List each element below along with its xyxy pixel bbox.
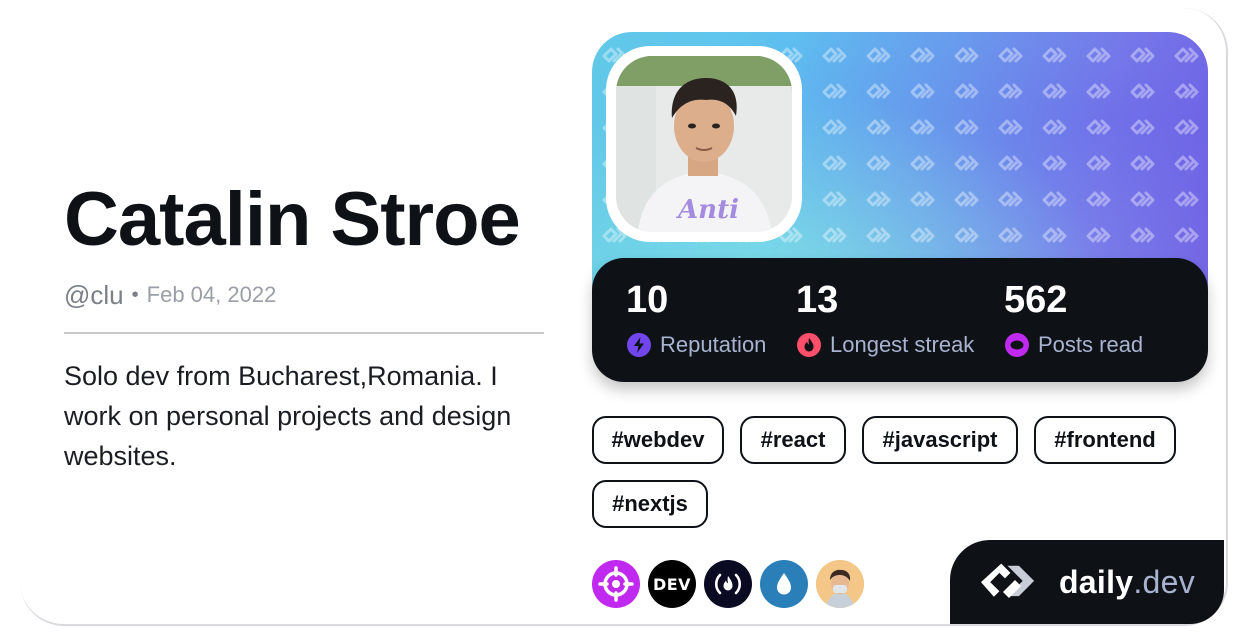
reputation-label: Reputation [660, 332, 767, 357]
tag-react[interactable]: #react [740, 416, 846, 464]
profile-name: Catalin Stroe [64, 177, 521, 262]
stats-bar: 10 Reputation 13 Longest streak 562 Post… [592, 258, 1208, 382]
source-list: DEV [592, 560, 872, 608]
divider [64, 332, 544, 334]
profile-handle[interactable]: @clu [64, 280, 124, 311]
streak-value: 13 [796, 279, 839, 321]
svg-text:Anti: Anti [675, 195, 739, 225]
streak-label: Longest streak [830, 332, 975, 357]
flame-icon [797, 333, 821, 357]
stat-posts-read: 562 Posts read [1004, 278, 1143, 358]
join-date: Feb 04, 2022 [146, 282, 277, 307]
freecodecamp-icon[interactable] [704, 560, 752, 608]
tag-webdev[interactable]: #webdev [592, 416, 724, 464]
stat-reputation: 10 Reputation [626, 278, 766, 358]
profile-bio: Solo dev from Bucharest,Romania. I work … [64, 361, 512, 471]
brand-name: daily [1058, 563, 1134, 600]
crosshair-icon[interactable] [592, 560, 640, 608]
daily-dev-brand[interactable]: daily.dev [950, 540, 1224, 624]
meta-separator: • [131, 283, 139, 306]
profile-meta: @clu • Feb 04, 2022 [64, 280, 544, 310]
dev-logo-icon[interactable]: DEV [648, 560, 696, 608]
tag-frontend[interactable]: #frontend [1034, 416, 1176, 464]
ring-icon [1005, 333, 1029, 357]
avatar[interactable]: Anti [616, 56, 792, 232]
reputation-value: 10 [626, 279, 669, 321]
avatar-frame: Anti [606, 46, 802, 242]
profile-info: Catalin Stroe @clu • Feb 04, 2022 Solo d… [64, 180, 544, 476]
drop-icon[interactable] [760, 560, 808, 608]
daily-dev-logo-icon [980, 563, 1035, 598]
posts-read-label: Posts read [1038, 332, 1144, 357]
brand-suffix: .dev [1133, 563, 1196, 600]
posts-read-value: 562 [1004, 279, 1068, 321]
tag-nextjs[interactable]: #nextjs [592, 480, 708, 528]
avatar-icon[interactable] [816, 560, 864, 608]
stat-streak: 13 Longest streak [796, 278, 974, 358]
avatar-photo: Anti [616, 56, 792, 232]
profile-card: Catalin Stroe @clu • Feb 04, 2022 Solo d… [0, 0, 1240, 640]
tag-javascript[interactable]: #javascript [862, 416, 1018, 464]
lightning-icon [627, 333, 651, 357]
